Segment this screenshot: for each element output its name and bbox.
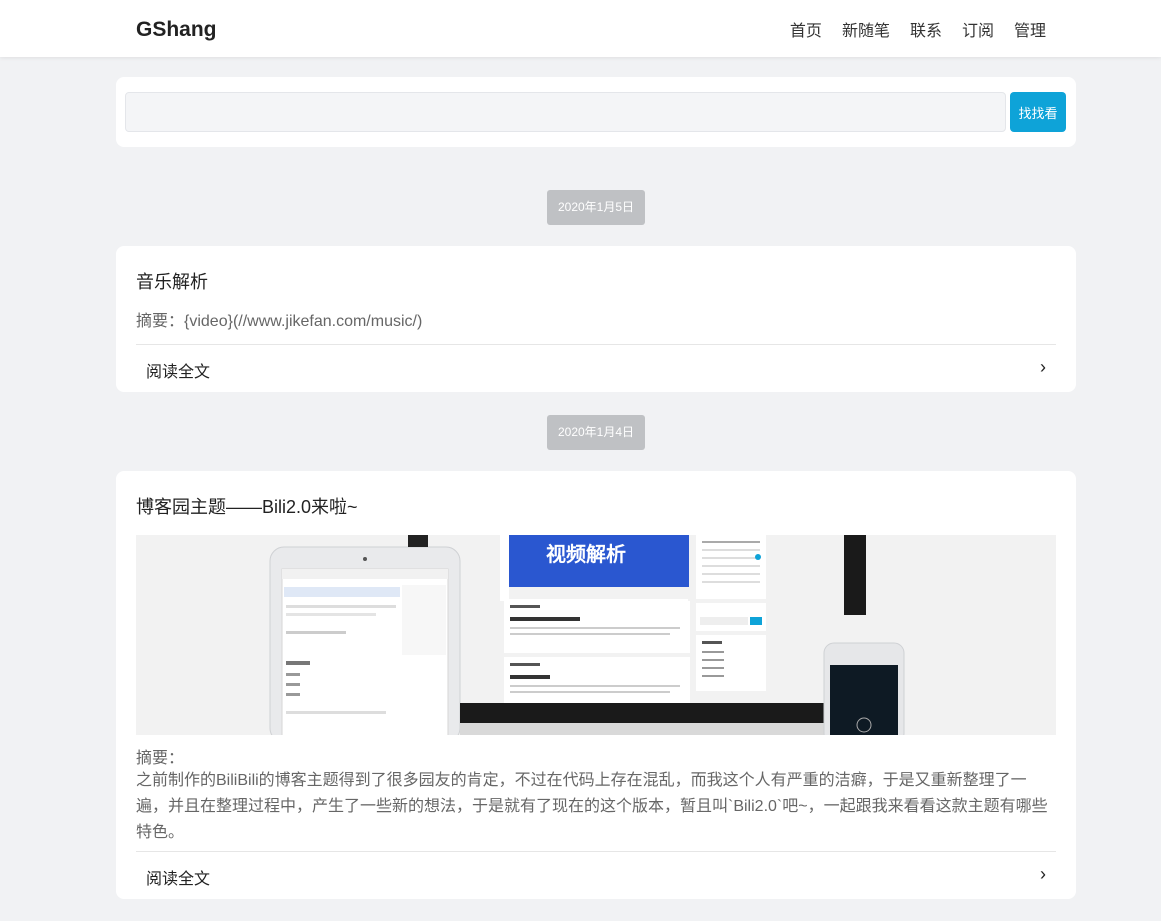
post-summary: 摘要：{video}(//www.jikefan.com/music/) xyxy=(136,313,423,330)
main-nav: 首页 新随笔 联系 订阅 管理 xyxy=(790,17,1046,41)
date-badge: 2020年1月5日 xyxy=(547,190,645,225)
nav-admin[interactable]: 管理 xyxy=(1014,17,1046,41)
read-more-label: 阅读全文 xyxy=(146,871,211,888)
top-navbar: GShang 首页 新随笔 联系 订阅 管理 xyxy=(0,0,1161,57)
chevron-right-icon: › xyxy=(1040,864,1046,884)
search-button[interactable]: 找找看 xyxy=(1010,92,1066,132)
search-input[interactable] xyxy=(125,92,1006,132)
post-card: 博客园主题——Bili2.0来啦~ 视频解析 摘要： 之前制作的BiliBili… xyxy=(116,471,1076,899)
nav-home[interactable]: 首页 xyxy=(790,17,822,41)
site-brand[interactable]: GShang xyxy=(136,18,217,42)
post-title[interactable]: 博客园主题——Bili2.0来啦~ xyxy=(136,493,358,519)
search-card: 找找看 xyxy=(116,77,1076,147)
date-badge: 2020年1月4日 xyxy=(547,415,645,450)
read-more-link[interactable]: 阅读全文 › xyxy=(136,852,1056,898)
post-card: 音乐解析 摘要：{video}(//www.jikefan.com/music/… xyxy=(116,246,1076,392)
devices-mockup-image: 视频解析 xyxy=(136,535,1056,735)
nav-subscribe[interactable]: 订阅 xyxy=(962,17,994,41)
read-more-label: 阅读全文 xyxy=(146,364,211,381)
post-summary: 之前制作的BiliBili的博客主题得到了很多园友的肯定，不过在代码上存在混乱，… xyxy=(136,772,1048,841)
nav-contact[interactable]: 联系 xyxy=(910,17,942,41)
read-more-link[interactable]: 阅读全文 › xyxy=(136,345,1056,391)
post-title[interactable]: 音乐解析 xyxy=(136,268,208,294)
nav-new-post[interactable]: 新随笔 xyxy=(842,17,890,41)
chevron-right-icon: › xyxy=(1040,357,1046,377)
post-thumbnail[interactable]: 视频解析 xyxy=(136,535,1056,735)
svg-text:视频解析: 视频解析 xyxy=(546,542,626,566)
